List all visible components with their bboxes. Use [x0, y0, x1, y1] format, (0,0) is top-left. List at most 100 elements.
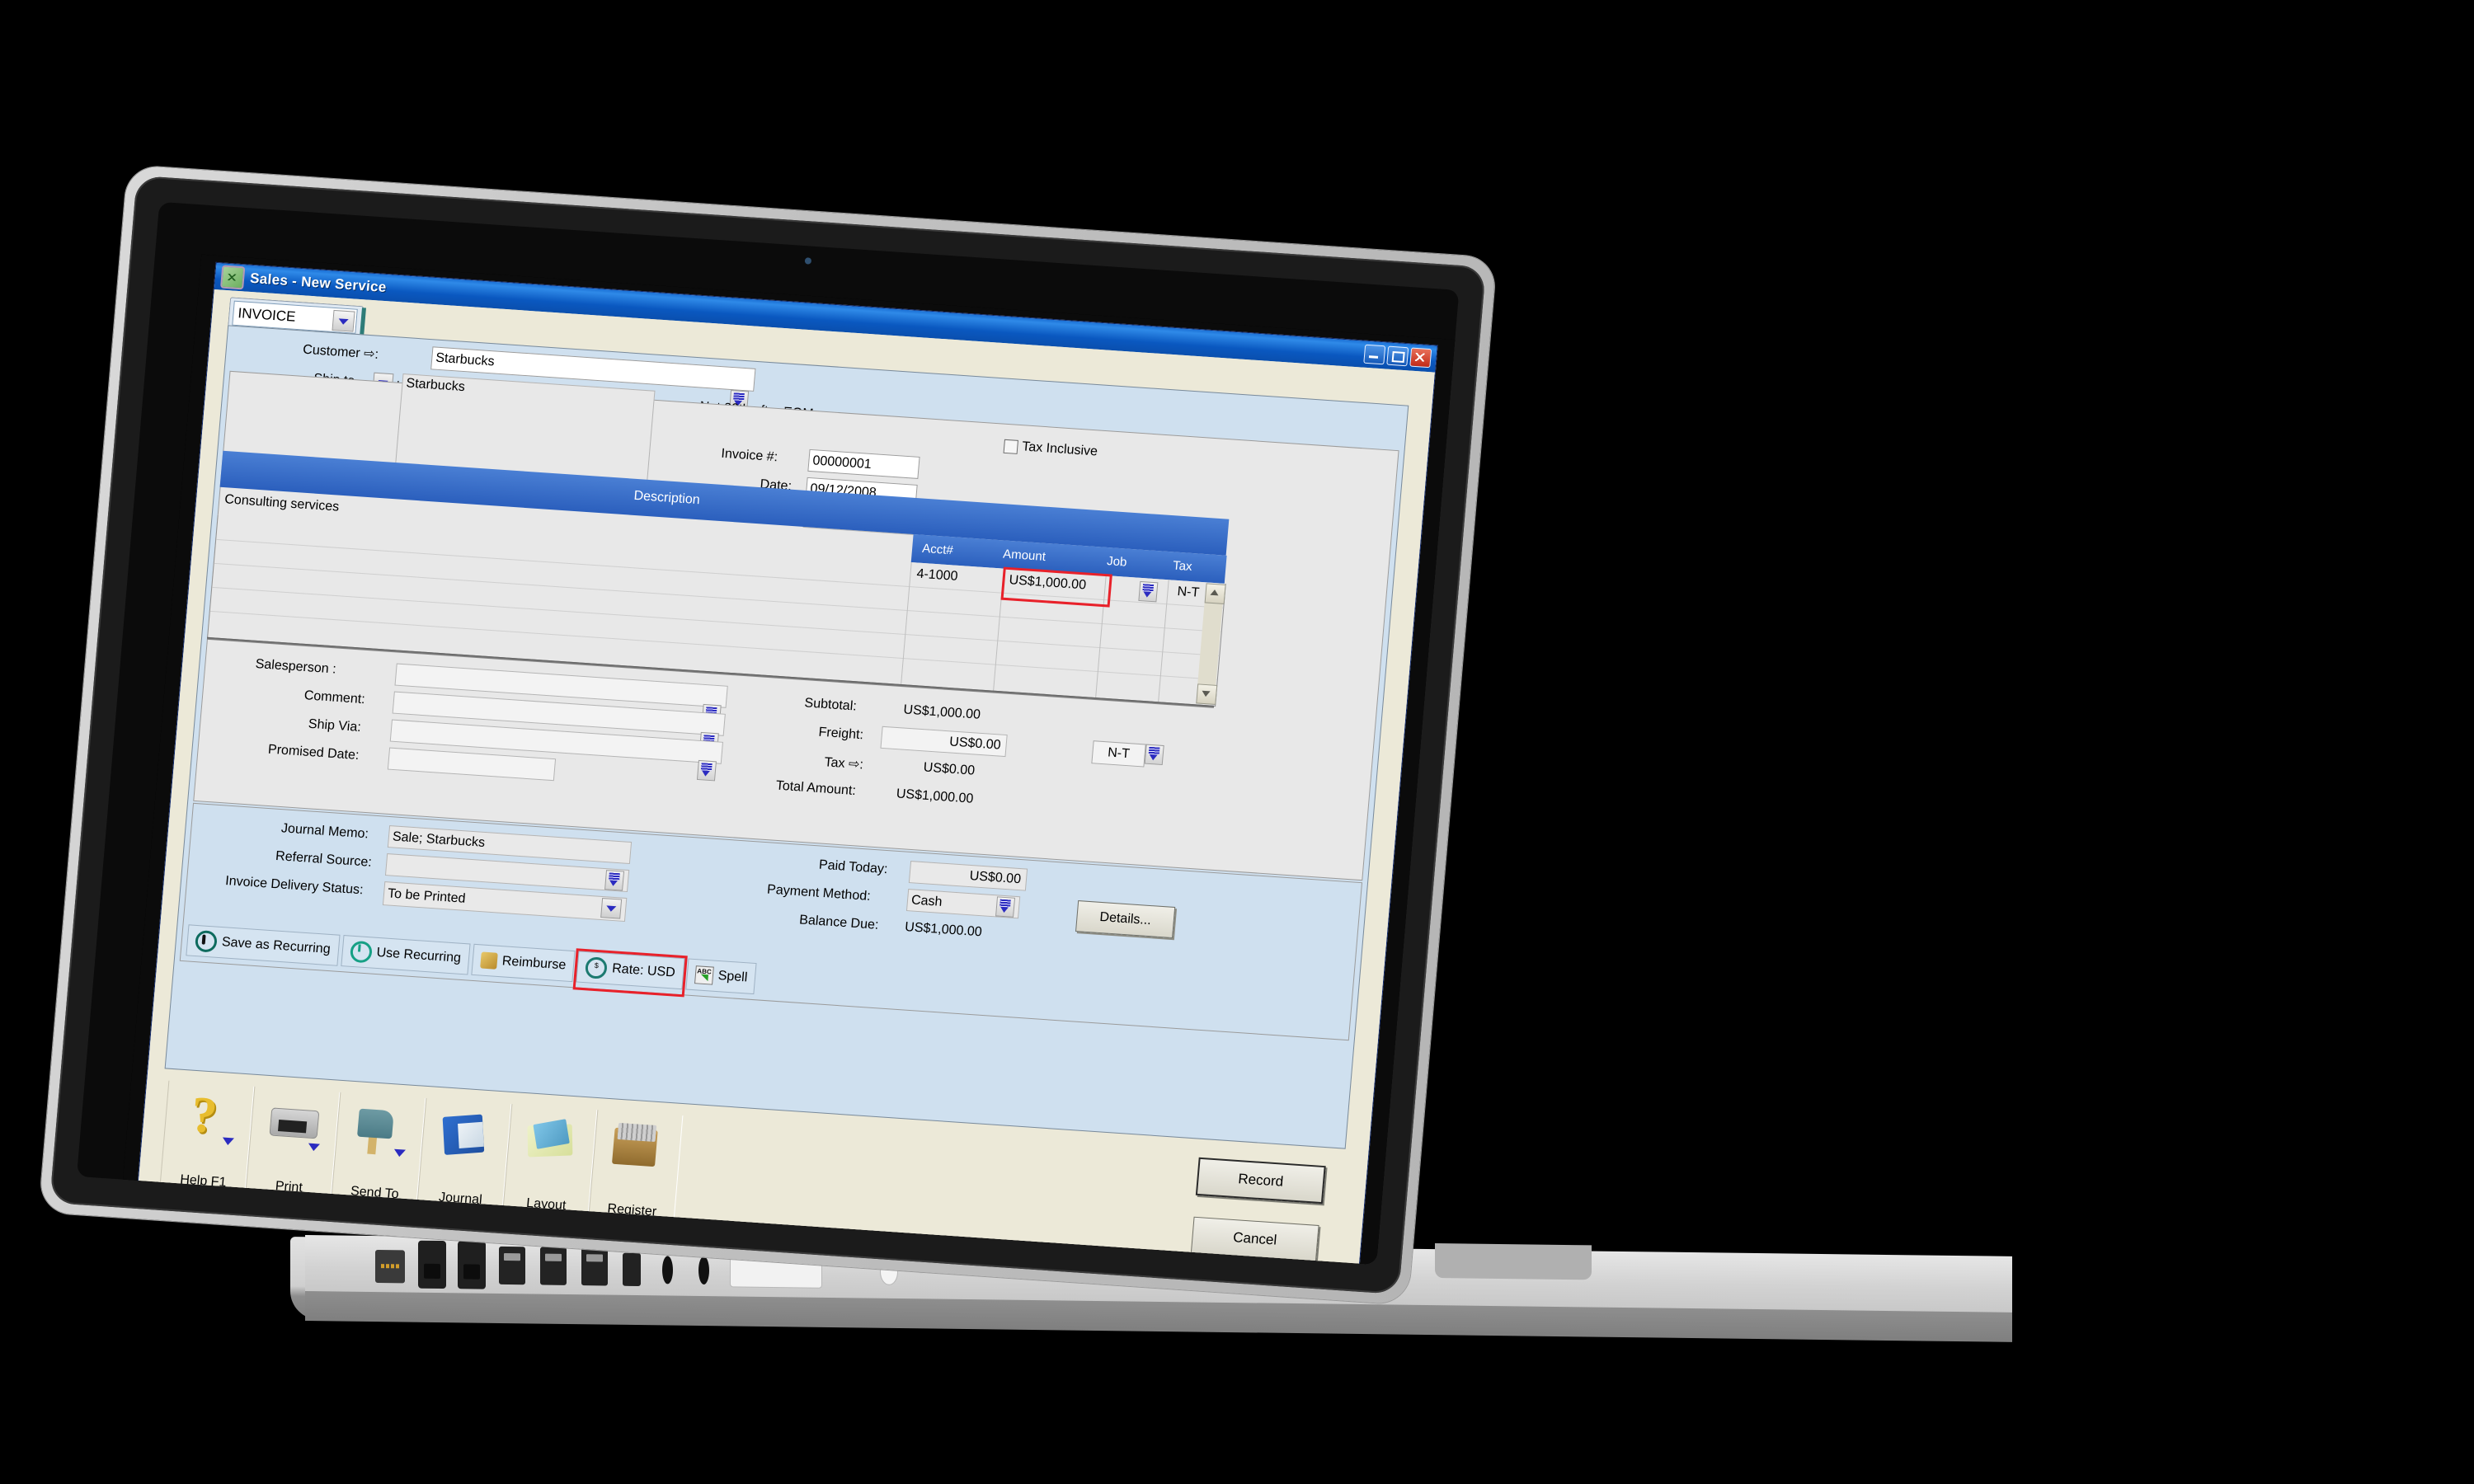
use-recurring-button[interactable]: Use Recurring [340, 935, 471, 975]
tax-label: Tax ⇨: [823, 755, 864, 773]
webcam-icon [804, 257, 812, 265]
chevron-down-icon[interactable] [222, 1137, 234, 1146]
job-zoom-icon[interactable] [1138, 580, 1159, 603]
tax-code-field[interactable]: N-T [1091, 740, 1146, 768]
freight-field[interactable]: US$0.00 [880, 726, 1008, 758]
comment-label: Comment: [303, 688, 366, 707]
cell-description[interactable]: Consulting services [224, 492, 340, 514]
save-as-recurring-button[interactable]: Save as Recurring [186, 924, 341, 966]
card-register-icon [608, 1119, 666, 1173]
chart-icon [220, 265, 246, 290]
recurring-use-icon [349, 940, 373, 964]
usb-port-3 [581, 1247, 608, 1286]
invoice-no-field[interactable]: 00000001 [807, 448, 920, 479]
window-title: Sales - New Service [249, 270, 388, 296]
journal-memo-label: Journal Memo: [280, 821, 369, 842]
referral-source-label: Referral Source: [275, 848, 373, 870]
toolbar-layout-button[interactable]: Layout [502, 1104, 598, 1221]
toolbar-help-label: Help F1 [179, 1172, 228, 1190]
paid-today-value: US$0.00 [969, 868, 1022, 886]
total-amount-value: US$1,000.00 [896, 787, 975, 806]
application-window: Sales - New Service INVOICE Customer ⇨: … [120, 254, 1460, 1266]
rate-usd-highlight-box [572, 948, 688, 998]
customer-label: Customer ⇨: [302, 342, 379, 362]
toolbar-buttons: Help F1 Print [159, 1080, 684, 1227]
tax-value: US$0.00 [923, 760, 976, 778]
tax-code-zoom-icon[interactable] [1144, 744, 1164, 766]
laptop-lid: Sales - New Service INVOICE Customer ⇨: … [39, 165, 1497, 1305]
window-controls [1363, 344, 1432, 369]
journal-memo-value: Sale; Starbucks [392, 829, 486, 850]
freight-value: US$0.00 [948, 734, 1002, 753]
cancel-button-label: Cancel [1232, 1229, 1278, 1248]
chevron-down-icon[interactable] [332, 309, 355, 332]
commit-buttons: Record Cancel [1189, 1157, 1326, 1265]
chevron-down-icon[interactable] [393, 1148, 406, 1158]
ethernet-port [458, 1241, 486, 1289]
ship-via-label: Ship Via: [308, 716, 362, 735]
mailbox-icon [350, 1101, 409, 1156]
minimize-button[interactable] [1363, 344, 1386, 365]
record-button[interactable]: Record [1195, 1157, 1326, 1205]
sd-card-port [375, 1250, 405, 1284]
use-recurring-label: Use Recurring [375, 945, 462, 965]
total-amount-label: Total Amount: [775, 778, 857, 799]
layout-pages-icon [522, 1113, 581, 1167]
balance-due-label: Balance Due: [798, 913, 880, 932]
delivery-status-chevron-down-icon[interactable] [600, 897, 623, 919]
cell-tax[interactable]: N-T [1177, 585, 1200, 601]
customer-value: Starbucks [435, 350, 496, 369]
rate-usd-button[interactable]: $ Rate: USD [572, 948, 688, 998]
chevron-down-icon[interactable] [308, 1143, 320, 1152]
toolbar-print-label: Print [275, 1179, 303, 1195]
spell-button[interactable]: ABC Spell [685, 958, 757, 995]
referral-source-zoom-icon[interactable] [604, 870, 625, 891]
window-frame: Sales - New Service INVOICE Customer ⇨: … [136, 261, 1438, 1266]
cancel-button[interactable]: Cancel [1190, 1216, 1319, 1262]
scroll-down-icon[interactable] [1196, 683, 1218, 705]
column-header-description: Description [633, 488, 701, 508]
details-button[interactable]: Details... [1075, 900, 1176, 939]
payment-method-zoom-icon[interactable] [995, 896, 1016, 918]
toolbar-sendto-label: Send To [350, 1184, 400, 1202]
column-header-amount: Amount [1002, 547, 1047, 564]
scroll-up-icon[interactable] [1204, 583, 1226, 604]
balance-due-value: US$1,000.00 [904, 920, 983, 940]
paid-today-field[interactable]: US$0.00 [908, 861, 1028, 891]
toolbar-register-button[interactable]: Register [588, 1110, 684, 1227]
laptop-mockup: Sales - New Service INVOICE Customer ⇨: … [0, 0, 2474, 1484]
laptop-base-notch [1435, 1243, 1592, 1280]
invoice-no-label: Invoice #: [720, 446, 778, 465]
payment-method-value: Cash [910, 892, 943, 909]
column-header-acct: Acct# [921, 541, 954, 558]
toolbar-journal-button[interactable]: Journal [416, 1097, 512, 1215]
audio-in-port [662, 1256, 673, 1284]
action-button-row: Save as Recurring Use Recurring Reimburs… [186, 924, 757, 998]
maximize-button[interactable] [1386, 345, 1409, 367]
recurring-save-icon [194, 929, 219, 953]
toolbar-help-button[interactable]: Help F1 [159, 1080, 255, 1197]
display-port [623, 1252, 641, 1287]
screenshot-root: Sales - New Service INVOICE Customer ⇨: … [0, 0, 2474, 1484]
toolbar-sendto-button[interactable]: Send To [331, 1092, 426, 1209]
freight-label: Freight: [817, 725, 864, 743]
save-as-recurring-label: Save as Recurring [221, 935, 332, 957]
payment-method-label: Payment Method: [766, 882, 872, 904]
spell-label: Spell [717, 969, 749, 985]
promised-date-field[interactable] [387, 747, 557, 782]
usb-port-2 [540, 1247, 567, 1285]
laptop-lid-inner: Sales - New Service INVOICE Customer ⇨: … [49, 175, 1486, 1295]
details-button-label: Details... [1098, 909, 1152, 928]
ship-via-zoom-icon[interactable] [696, 759, 717, 782]
toolbar-print-button[interactable]: Print [245, 1086, 341, 1203]
column-header-job: Job [1106, 554, 1128, 570]
tax-inclusive-checkbox[interactable] [1003, 439, 1018, 454]
cell-acct[interactable]: 4-1000 [916, 567, 958, 585]
journal-book-icon [436, 1107, 495, 1162]
paid-today-label: Paid Today: [818, 857, 889, 877]
close-icon[interactable] [1409, 347, 1432, 369]
usb-port-1 [499, 1246, 525, 1285]
toolbar-layout-label: Layout [525, 1195, 567, 1214]
reimburse-button[interactable]: Reimburse [471, 943, 576, 983]
toolbar-register-label: Register [606, 1201, 657, 1219]
